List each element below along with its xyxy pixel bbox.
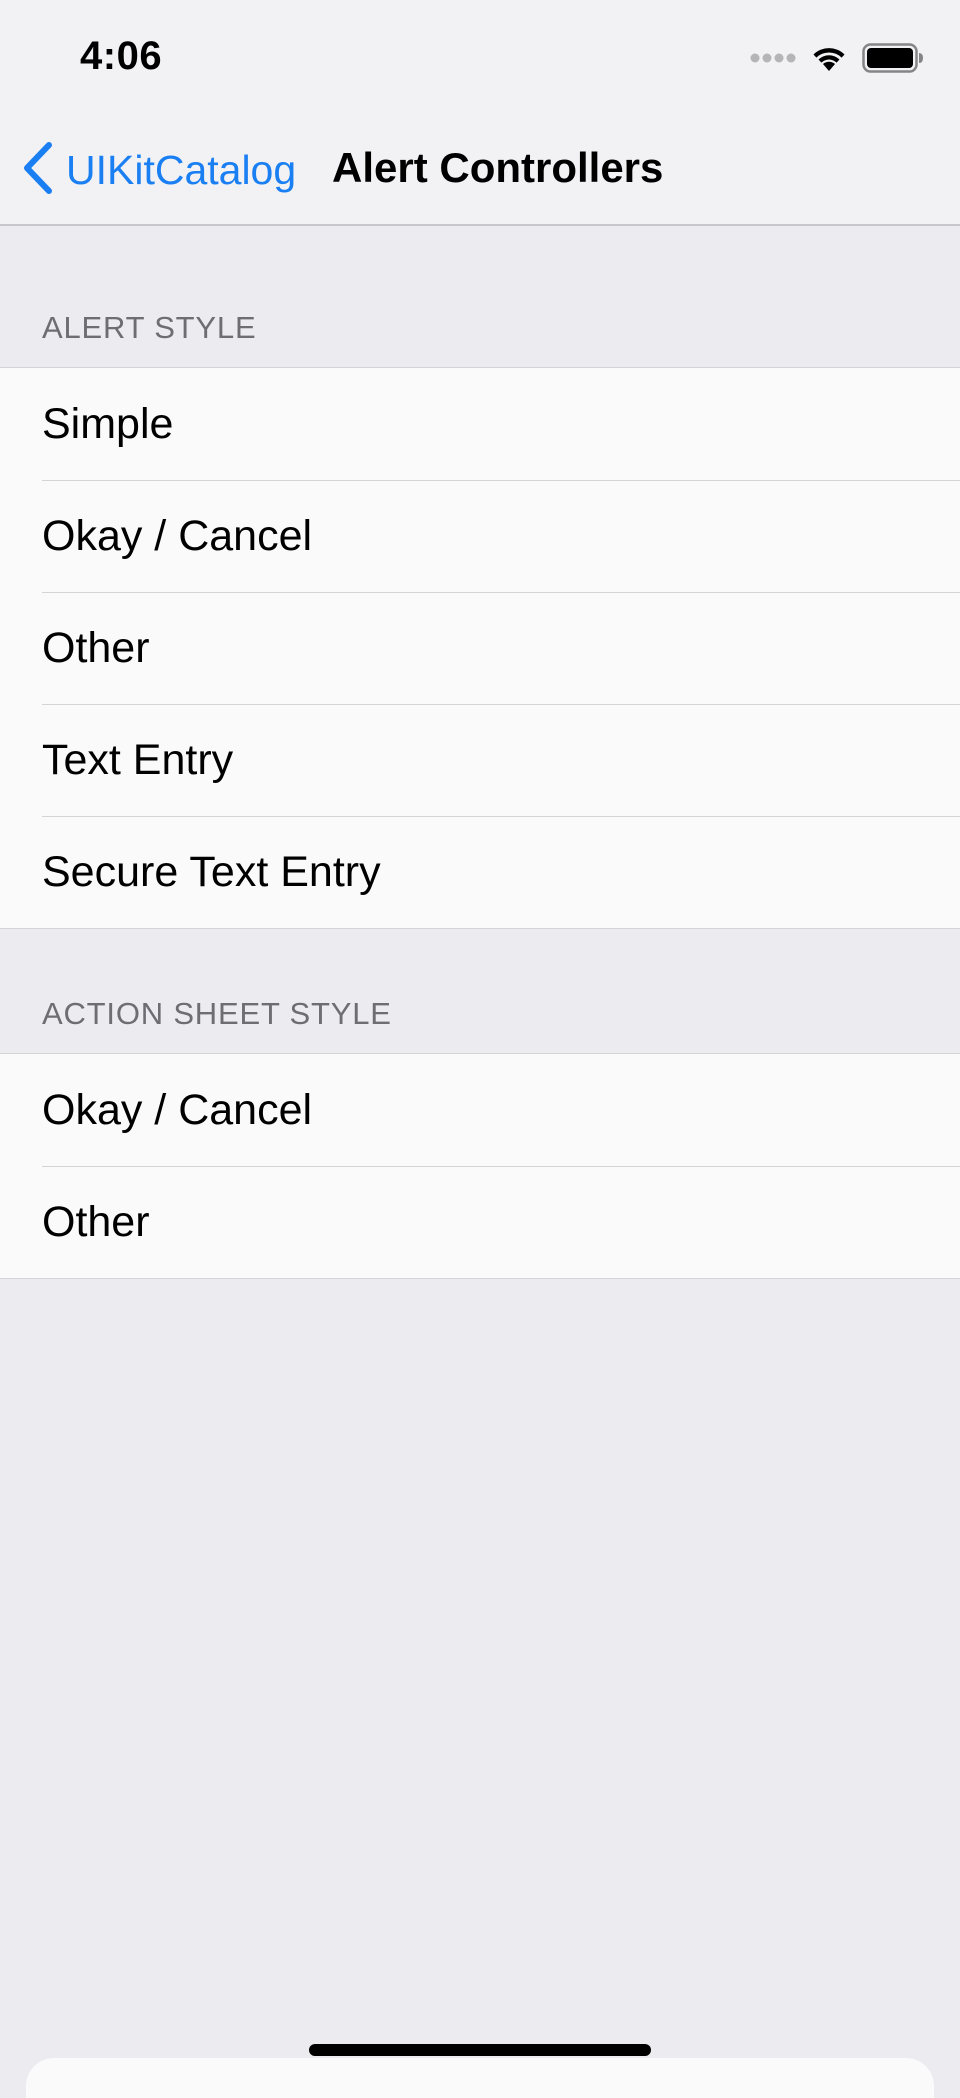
row-action-sheet-other[interactable]: Other	[0, 1166, 960, 1278]
row-label: Text Entry	[42, 736, 234, 784]
row-text-entry[interactable]: Text Entry	[0, 704, 960, 816]
status-icons	[750, 40, 924, 80]
row-label: Okay / Cancel	[42, 1086, 313, 1134]
row-secure-text-entry[interactable]: Secure Text Entry	[0, 816, 960, 928]
section-header-alert-style: ALERT STYLE	[42, 310, 257, 345]
row-label: Other	[42, 1198, 150, 1246]
row-simple[interactable]: Simple	[0, 368, 960, 480]
row-label: Okay / Cancel	[42, 512, 313, 560]
status-bar: 4:06	[0, 0, 960, 118]
row-label: Other	[42, 624, 150, 672]
action-sheet-style-group: Okay / Cancel Other	[0, 1053, 960, 1279]
page-title: Alert Controllers	[332, 144, 664, 191]
row-action-sheet-okay-cancel[interactable]: Okay / Cancel	[0, 1054, 960, 1166]
battery-icon	[862, 42, 924, 78]
status-time: 4:06	[80, 34, 163, 78]
row-label: Simple	[42, 400, 174, 448]
alert-style-group: Simple Okay / Cancel Other Text Entry Se…	[0, 367, 960, 929]
navigation-bar: UIKitCatalog Alert Controllers	[0, 118, 960, 226]
row-label: Secure Text Entry	[42, 848, 381, 896]
home-indicator[interactable]	[309, 2044, 651, 2056]
section-header-action-sheet-style: ACTION SHEET STYLE	[42, 996, 392, 1031]
back-button-label: UIKitCatalog	[66, 146, 297, 193]
signal-dots-icon	[750, 51, 796, 69]
row-okay-cancel[interactable]: Okay / Cancel	[0, 480, 960, 592]
chevron-left-icon	[20, 141, 54, 200]
back-button[interactable]: UIKitCatalog	[20, 140, 296, 200]
bottom-sheet-edge	[26, 2058, 934, 2098]
wifi-icon	[810, 43, 848, 78]
row-other[interactable]: Other	[0, 592, 960, 704]
